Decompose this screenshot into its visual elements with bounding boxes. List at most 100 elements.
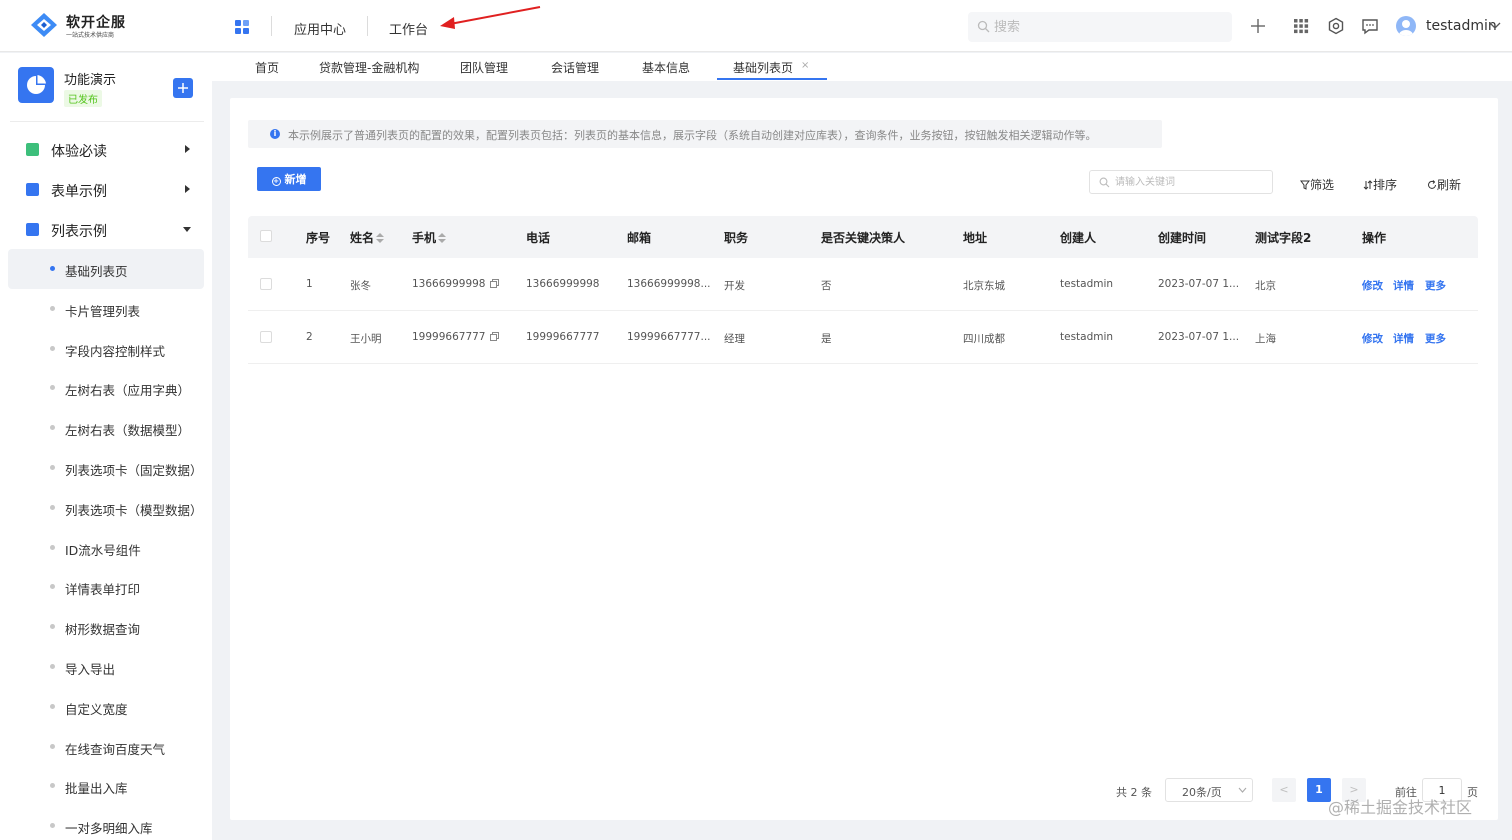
refresh-button[interactable]: 刷新: [1427, 176, 1461, 193]
sort-button[interactable]: 排序: [1363, 176, 1397, 193]
more-link[interactable]: 更多: [1425, 331, 1446, 346]
sidebar-item[interactable]: 卡片管理列表: [0, 289, 212, 329]
tab-session-management[interactable]: 会话管理: [551, 59, 599, 76]
more-link[interactable]: 更多: [1425, 278, 1446, 293]
sidebar-item[interactable]: 列表选项卡（模型数据）: [0, 488, 212, 528]
apps-icon[interactable]: [1291, 16, 1311, 36]
logo-title: 软开企服: [66, 15, 126, 31]
nav-app-center[interactable]: 应用中心: [294, 19, 346, 38]
header-divider: [271, 16, 272, 36]
add-button-label: 新增: [284, 173, 307, 186]
logo[interactable]: 软开企服 一站式技术供应商: [30, 10, 140, 42]
page-size-select[interactable]: 20条/页: [1165, 778, 1253, 802]
keyword-input[interactable]: [1115, 174, 1265, 190]
row-checkbox[interactable]: [260, 331, 272, 343]
cell-created-time: 2023-07-07 1...: [1158, 278, 1240, 290]
logo-diamond-icon: [31, 13, 57, 37]
sidebar-item[interactable]: ID流水号组件: [0, 528, 212, 568]
detail-link[interactable]: 详情: [1393, 278, 1414, 293]
cell-creator: testadmin: [1060, 331, 1114, 343]
column-header: 电话: [526, 231, 551, 245]
tab-basic-info[interactable]: 基本信息: [642, 59, 690, 76]
bullet-dot: [50, 425, 55, 431]
sidebar-item[interactable]: 批量出入库: [0, 766, 212, 806]
tab-team-management[interactable]: 团队管理: [460, 59, 508, 76]
sidebar: 功能演示 已发布 体验必读 表单示例 列表示例 基础列表页 卡片管理列表 字段内…: [0, 53, 212, 840]
sort-caret-icon[interactable]: [438, 233, 447, 243]
sidebar-item[interactable]: 字段内容控制样式: [0, 329, 212, 369]
list-icon: [26, 223, 39, 236]
tab-home[interactable]: 首页: [255, 59, 279, 76]
message-icon[interactable]: [1360, 16, 1380, 36]
bullet-dot: [50, 584, 55, 590]
tab-basic-list[interactable]: 基础列表页: [733, 59, 793, 76]
detail-link[interactable]: 详情: [1393, 331, 1414, 346]
sidebar-group-lists[interactable]: 列表示例: [0, 209, 212, 249]
top-header: 软开企服 一站式技术供应商 应用中心 工作台 搜索 testadmin: [0, 0, 1512, 52]
sidebar-item[interactable]: 在线查询百度天气: [0, 727, 212, 767]
chevron-down-icon[interactable]: [1488, 21, 1502, 31]
sidebar-group-guide[interactable]: 体验必读: [0, 129, 212, 169]
app-grid-icon[interactable]: [234, 19, 250, 35]
cell-title: 开发: [724, 280, 745, 292]
add-button[interactable]: + 新增: [257, 167, 321, 191]
cell-email: 13666999998...: [627, 278, 711, 290]
cell-name: 王小明: [350, 333, 382, 345]
sidebar-item[interactable]: 一对多明细入库: [0, 806, 212, 840]
column-header: 创建时间: [1158, 231, 1207, 245]
tab-close-icon[interactable]: ×: [801, 60, 809, 71]
sidebar-item[interactable]: 列表选项卡（固定数据）: [0, 448, 212, 488]
cell-name: 张冬: [350, 280, 371, 292]
filter-button[interactable]: 筛选: [1300, 176, 1334, 193]
copy-icon[interactable]: [489, 279, 499, 288]
column-header: 地址: [963, 231, 988, 245]
sidebar-item-basic-list[interactable]: 基础列表页: [8, 249, 204, 289]
plus-icon[interactable]: [1248, 16, 1268, 36]
search-input[interactable]: [994, 17, 1214, 37]
sidebar-item-label: 列表选项卡（模型数据）: [65, 502, 203, 518]
tab-loan-management[interactable]: 贷款管理-金融机构: [319, 59, 419, 76]
status-badge: 已发布: [64, 90, 102, 107]
pagination-total: 共 2 条: [1116, 786, 1152, 799]
column-header-name[interactable]: 姓名: [350, 229, 385, 246]
sidebar-item[interactable]: 自定义宽度: [0, 687, 212, 727]
info-alert: i 本示例展示了普通列表页的配置的效果，配置列表页包括：列表页的基本信息，展示字…: [248, 120, 1162, 148]
sidebar-item[interactable]: 导入导出: [0, 647, 212, 687]
sidebar-item-label: 树形数据查询: [65, 622, 141, 638]
cell-no: 2: [306, 331, 313, 343]
app-name: 功能演示: [64, 73, 117, 88]
sidebar-group-forms[interactable]: 表单示例: [0, 169, 212, 209]
add-circle-icon: +: [271, 177, 281, 186]
column-header-mobile[interactable]: 手机: [412, 229, 447, 246]
nav-workbench[interactable]: 工作台: [389, 19, 428, 38]
bullet-dot: [50, 823, 55, 829]
add-app-button[interactable]: [173, 78, 193, 98]
sidebar-divider: [10, 121, 204, 122]
logo-subtitle: 一站式技术供应商: [66, 32, 115, 39]
prev-page-button[interactable]: <: [1272, 778, 1296, 802]
copy-icon[interactable]: [489, 332, 499, 341]
bullet-dot: [50, 464, 55, 470]
select-all-checkbox[interactable]: [260, 230, 272, 242]
bullet-dot: [50, 305, 55, 311]
username[interactable]: testadmin: [1426, 18, 1497, 34]
annotation-arrow-icon: [440, 6, 541, 29]
bullet-dot: [50, 783, 55, 789]
avatar[interactable]: [1396, 16, 1416, 36]
sidebar-item[interactable]: 树形数据查询: [0, 607, 212, 647]
gear-icon[interactable]: [1326, 16, 1346, 36]
column-header: 职务: [724, 231, 749, 245]
search-icon: [1099, 177, 1110, 188]
keyword-search[interactable]: [1089, 170, 1273, 194]
edit-link[interactable]: 修改: [1362, 331, 1383, 346]
sidebar-item[interactable]: 左树右表（应用字典）: [0, 368, 212, 408]
sort-caret-icon[interactable]: [376, 233, 385, 243]
row-checkbox[interactable]: [260, 278, 272, 290]
column-header: 操作: [1362, 231, 1387, 245]
sidebar-item[interactable]: 详情表单打印: [0, 567, 212, 607]
global-search[interactable]: [968, 12, 1232, 42]
sidebar-item-label: 批量出入库: [65, 781, 128, 797]
cell-no: 1: [306, 278, 313, 290]
edit-link[interactable]: 修改: [1362, 278, 1383, 293]
sidebar-item[interactable]: 左树右表（数据模型）: [0, 408, 212, 448]
